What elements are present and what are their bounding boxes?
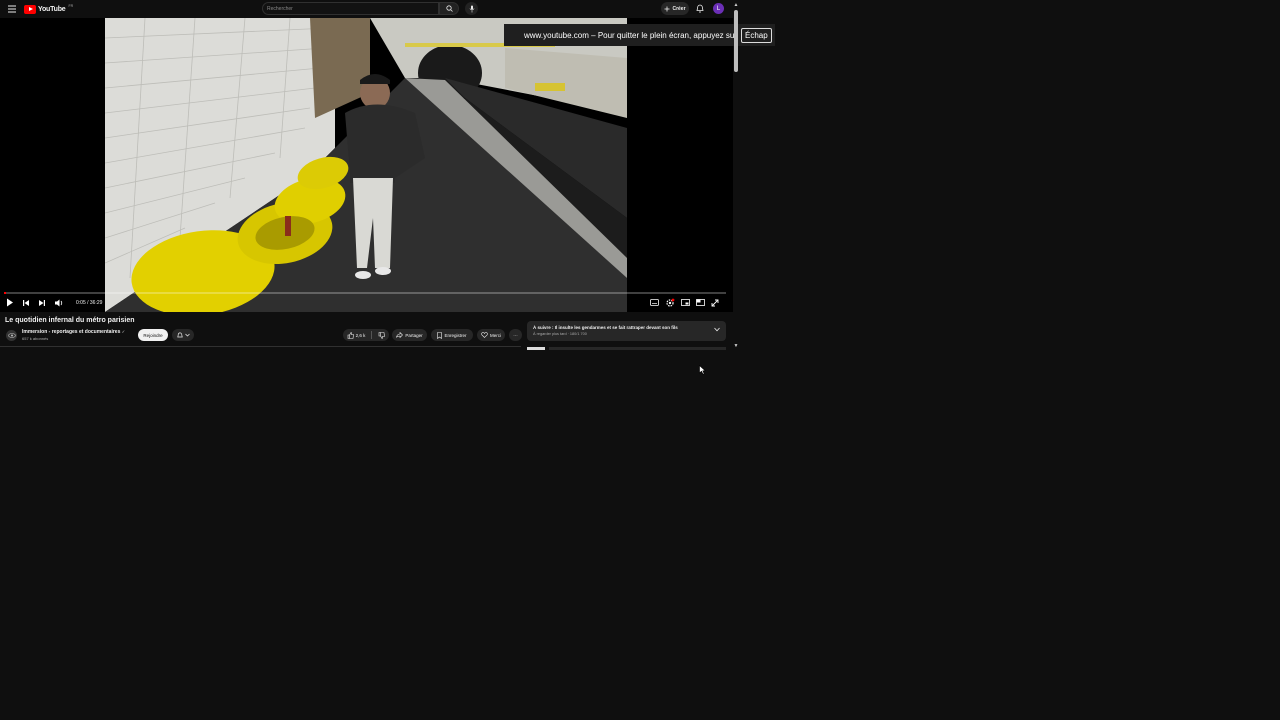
scroll-up-arrow[interactable]: ▲ xyxy=(733,2,739,8)
metro-platform-scene xyxy=(105,18,627,312)
scrollbar-thumb[interactable] xyxy=(734,10,738,72)
save-button[interactable]: Enregistrer xyxy=(431,329,473,341)
scroll-down-arrow[interactable]: ▼ xyxy=(733,343,739,349)
bell-icon xyxy=(695,4,704,13)
previous-icon[interactable] xyxy=(22,299,30,307)
voice-search-button[interactable] xyxy=(465,2,478,15)
channel-name-text[interactable]: Immersion - reportages et documentaires xyxy=(22,329,120,335)
youtube-logo[interactable]: YouTube FR xyxy=(24,4,73,14)
menu-icon[interactable] xyxy=(8,4,17,14)
search-button[interactable] xyxy=(439,2,459,15)
like-count[interactable]: 2,6 k xyxy=(356,333,366,338)
channel-name[interactable]: Immersion - reportages et documentaires … xyxy=(22,329,125,335)
channel-avatar[interactable] xyxy=(6,330,17,341)
save-label: Enregistrer xyxy=(444,332,467,338)
next-icon[interactable] xyxy=(38,299,46,307)
up-next-subtitle: À regarder plus tard · 180/1 700 xyxy=(533,332,587,336)
subtitles-icon[interactable] xyxy=(650,299,659,306)
more-actions-button[interactable]: ··· xyxy=(509,329,522,341)
thanks-button[interactable]: Merci xyxy=(477,329,505,341)
thumbs-up-icon[interactable] xyxy=(347,331,354,339)
search-icon xyxy=(445,5,453,12)
exit-fullscreen-icon[interactable] xyxy=(711,299,719,307)
create-button[interactable]: Créer xyxy=(661,2,689,15)
create-label: Créer xyxy=(672,5,686,12)
time-display: 0:05 / 36:29 xyxy=(76,299,103,306)
fullscreen-notice-text: www.youtube.com – Pour quitter le plein … xyxy=(524,30,738,40)
search-input[interactable]: Rechercher xyxy=(267,6,293,12)
join-button[interactable]: Rejoindre xyxy=(138,329,168,341)
chevron-down-icon xyxy=(184,333,190,337)
play-icon[interactable] xyxy=(6,298,14,307)
bookmark-icon xyxy=(437,331,443,339)
subscription-notifications-button[interactable] xyxy=(172,329,194,341)
up-next-card[interactable]: À suivre : Il insulte les gendarmes et s… xyxy=(527,321,726,341)
subscriber-count: 657 k abonnés xyxy=(22,336,49,341)
search-box[interactable]: Rechercher xyxy=(262,2,439,15)
player-controls-left: 0:05 / 36:29 xyxy=(6,297,102,308)
player-controls-right xyxy=(650,297,719,308)
up-next-title: À suivre : Il insulte les gendarmes et s… xyxy=(533,325,678,330)
section-divider xyxy=(0,346,521,347)
channel-eye-icon xyxy=(7,333,16,338)
escape-key-label: Échap xyxy=(741,27,772,43)
thanks-label: Merci xyxy=(490,332,501,338)
thumbs-down-icon[interactable] xyxy=(378,331,386,339)
plus-icon xyxy=(664,6,670,11)
share-icon xyxy=(396,332,404,338)
settings-icon[interactable] xyxy=(665,298,675,308)
logo-text: YouTube xyxy=(38,5,66,13)
mouse-cursor-icon xyxy=(699,365,706,375)
miniplayer-icon[interactable] xyxy=(681,299,690,306)
progress-track[interactable] xyxy=(4,292,726,294)
heart-dollar-icon xyxy=(481,332,488,338)
theater-mode-icon[interactable] xyxy=(696,299,705,306)
share-button[interactable]: Partager xyxy=(392,329,427,341)
progress-fill xyxy=(4,292,6,294)
logo-country-code: FR xyxy=(68,4,74,8)
bell-icon xyxy=(176,332,183,337)
verified-icon: ✓ xyxy=(121,329,126,334)
video-title: Le quotidien infernal du métro parisien xyxy=(5,317,135,324)
youtube-play-icon xyxy=(24,4,36,14)
account-avatar[interactable]: L xyxy=(713,3,724,14)
like-divider xyxy=(371,331,373,339)
like-dislike-group: 2,6 k xyxy=(343,329,389,341)
chevron-down-icon[interactable] xyxy=(714,327,720,332)
up-next-playlist-strip xyxy=(527,347,726,350)
share-label: Partager xyxy=(405,332,423,338)
microphone-icon xyxy=(469,5,474,12)
video-frame[interactable] xyxy=(105,18,627,312)
volume-icon[interactable] xyxy=(54,299,64,307)
notifications-button[interactable] xyxy=(694,3,705,14)
